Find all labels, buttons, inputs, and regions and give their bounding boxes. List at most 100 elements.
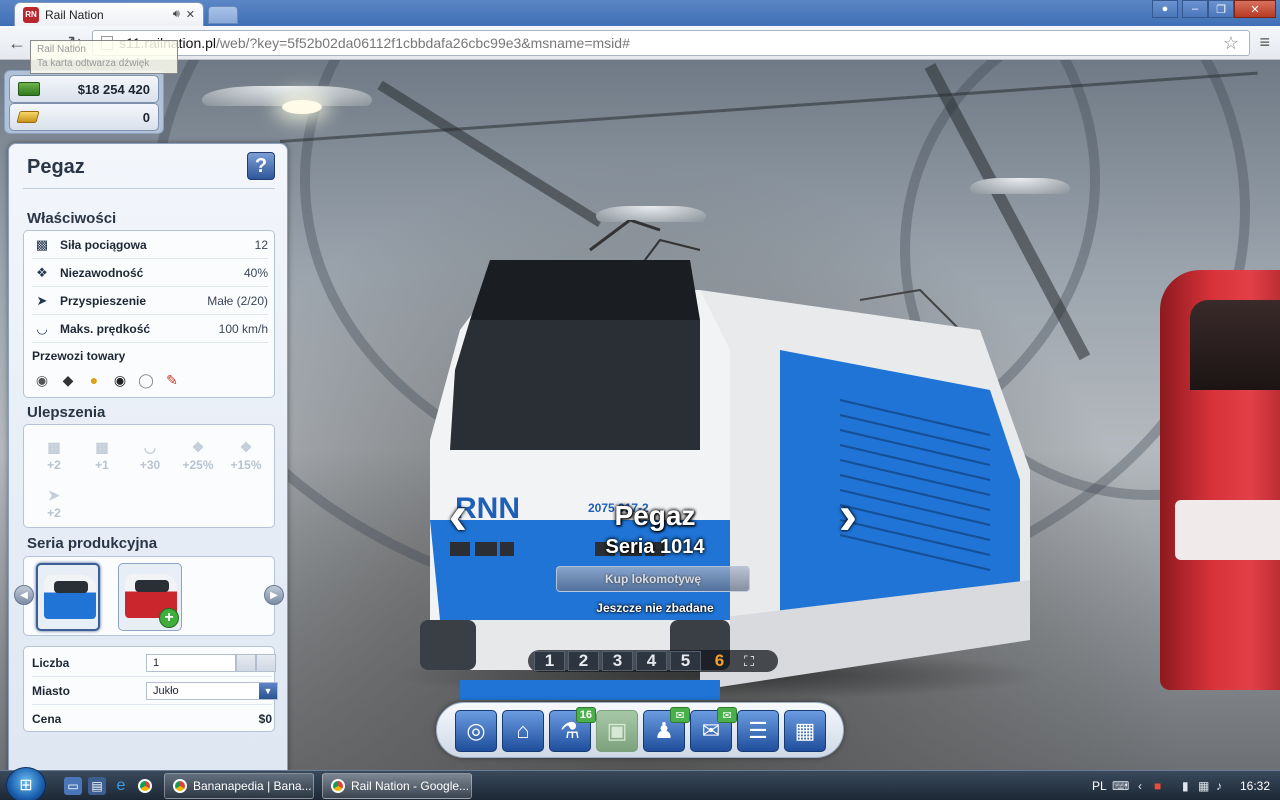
- windows-taskbar: ⊞ ▭ ▤ e Bananapedia | Bana... Rail Natio…: [0, 767, 1280, 800]
- close-tab-icon[interactable]: ✕: [186, 8, 195, 21]
- show-hidden-icons-chevron-icon[interactable]: ‹: [1138, 779, 1142, 793]
- main-menu-bar: ◎ ⌂ ⚗ 16 ▣ ♟ ✉ ✉ ✉ ☰ ▦: [436, 702, 844, 758]
- volume-icon[interactable]: ♪: [1216, 779, 1222, 793]
- internet-explorer-icon[interactable]: e: [112, 777, 130, 795]
- purchase-box: Liczba 1 Miasto Jukło ▼ Cena $0: [23, 646, 278, 732]
- network-icon[interactable]: ▦: [1198, 779, 1209, 793]
- research-microscope-icon[interactable]: ⚗ 16: [549, 707, 596, 752]
- property-row: ◡ Maks. prędkość 100 km/h: [32, 315, 268, 343]
- cargo-title: Przewozi towary: [32, 349, 126, 363]
- upgrades-title: Ulepszenia: [27, 404, 106, 421]
- gold-display[interactable]: 0: [9, 103, 159, 131]
- series-next-button[interactable]: ▶: [264, 585, 284, 605]
- add-plus-icon: +: [159, 608, 179, 628]
- start-button[interactable]: ⊞: [6, 767, 46, 800]
- wrench-icon: ❖: [239, 438, 253, 455]
- series-prev-button[interactable]: ◀: [14, 585, 34, 605]
- bookmark-star-icon[interactable]: ☆: [1223, 33, 1239, 54]
- quantity-input[interactable]: 1: [146, 654, 236, 672]
- quantity-decrement-button[interactable]: [236, 654, 256, 672]
- grain-icon[interactable]: ●: [84, 371, 104, 389]
- security-tray-icon[interactable]: ■: [1154, 779, 1161, 793]
- chevron-down-icon[interactable]: ▼: [259, 683, 277, 699]
- locomotive-icon[interactable]: ▣: [596, 710, 638, 752]
- upgrade-value: +25%: [182, 457, 214, 472]
- upgrade-value: +1: [95, 457, 109, 472]
- keyboard-icon[interactable]: ⌨: [1112, 779, 1129, 793]
- fullscreen-icon[interactable]: ⛶: [738, 651, 760, 671]
- cattle-icon[interactable]: ◉: [32, 371, 52, 389]
- ranking-list-icon[interactable]: ☰: [737, 710, 779, 752]
- resources-panel: $18 254 420 0: [4, 70, 164, 134]
- upgrade-slot[interactable]: ➤ +2: [32, 481, 76, 525]
- browser-menu-icon[interactable]: ≡: [1259, 32, 1270, 53]
- browser-tab-active[interactable]: RN Rail Nation 🔊︎ ✕: [14, 2, 204, 26]
- series-item-current[interactable]: [36, 563, 100, 631]
- association-people-icon[interactable]: ♟ ✉: [643, 707, 690, 752]
- chrome-icon: [173, 779, 187, 793]
- era-button-4[interactable]: 4: [636, 651, 667, 671]
- speedometer-icon: ◡: [143, 438, 157, 455]
- messages-envelope-icon[interactable]: ✉ ✉: [690, 707, 737, 752]
- coal-icon[interactable]: ◆: [58, 371, 78, 389]
- browser-toolbar: ← → ↻ s11.railnation.pl/web/?key=5f52b02…: [0, 26, 1280, 60]
- calculator-icon[interactable]: ▦: [784, 710, 826, 752]
- previous-locomotive-arrow-icon[interactable]: ‹: [438, 487, 478, 543]
- taskbar-item-railnation[interactable]: Rail Nation - Google...: [322, 773, 472, 799]
- chrome-icon: [331, 779, 345, 793]
- power-icon[interactable]: ▮: [1182, 779, 1189, 793]
- buy-locomotive-button[interactable]: Kup lokomotywę: [556, 566, 750, 592]
- era-button-2[interactable]: 2: [568, 651, 599, 671]
- minimize-button[interactable]: –: [1182, 0, 1208, 18]
- next-locomotive-arrow-icon[interactable]: ›: [828, 487, 868, 543]
- address-bar[interactable]: s11.railnation.pl/web/?key=5f52b02da0611…: [92, 30, 1250, 56]
- game-viewport[interactable]: RNN 2075 017-2 $18 254 420 0 Pegaz ? Wła…: [0, 60, 1280, 770]
- upgrade-slot[interactable]: ❖ +25%: [176, 433, 220, 477]
- help-button[interactable]: ?: [247, 152, 275, 180]
- speaker-icon[interactable]: 🔊︎: [173, 8, 180, 21]
- globe-icon[interactable]: ◎: [455, 710, 497, 752]
- property-label: Siła pociągowa: [60, 237, 147, 252]
- era-button-5[interactable]: 5: [670, 651, 701, 671]
- tab-title: Rail Nation: [45, 7, 104, 22]
- series-item-next[interactable]: +: [118, 563, 182, 631]
- back-arrow-icon[interactable]: ←: [6, 32, 28, 54]
- city-select[interactable]: Jukło ▼: [146, 682, 278, 700]
- money-value: $18 254 420: [77, 81, 150, 97]
- upgrade-value: +2: [47, 457, 61, 472]
- mail-badge-icon: ✉: [670, 707, 690, 723]
- quantity-increment-button[interactable]: [256, 654, 276, 672]
- chrome-icon[interactable]: [136, 777, 154, 795]
- taskbar-item-label: Rail Nation - Google...: [351, 779, 470, 793]
- window-close-button[interactable]: ✕: [1234, 0, 1276, 18]
- paper-icon[interactable]: ✎: [162, 371, 182, 389]
- language-indicator[interactable]: PL: [1092, 779, 1107, 793]
- upgrade-slot[interactable]: ❖ +15%: [224, 433, 268, 477]
- new-tab-button[interactable]: [208, 6, 238, 24]
- tooltip-title: Rail Nation: [37, 44, 86, 55]
- show-desktop-icon[interactable]: ▭: [64, 777, 82, 795]
- property-row: ➤ Przyspieszenie Małe (2/20): [32, 287, 268, 315]
- era-button-3[interactable]: 3: [602, 651, 633, 671]
- money-display[interactable]: $18 254 420: [9, 75, 159, 103]
- property-label: Maks. prędkość: [60, 321, 151, 336]
- upgrade-slot[interactable]: ◡ +30: [128, 433, 172, 477]
- lamp-light: [282, 100, 322, 114]
- maximize-button[interactable]: ❐: [1208, 0, 1234, 18]
- cargo-list: ◉ ◆ ● ◉ ◯ ✎: [32, 371, 182, 389]
- upgrade-slot[interactable]: ▩ +2: [32, 433, 76, 477]
- era-button-1[interactable]: 1: [534, 651, 565, 671]
- user-profile-icon[interactable]: ●: [1152, 0, 1178, 18]
- tooltip-text: Ta karta odtwarza dźwięk: [37, 58, 150, 69]
- wood-icon[interactable]: ◉: [110, 371, 130, 389]
- pottery-icon[interactable]: ◯: [136, 371, 156, 389]
- taskbar-item-bananapedia[interactable]: Bananapedia | Bana...: [164, 773, 314, 799]
- station-icon[interactable]: ⌂: [502, 710, 544, 752]
- quantity-label: Liczba: [32, 655, 70, 670]
- explorer-icon[interactable]: ▤: [88, 777, 106, 795]
- locomotive-detail-panel: Pegaz ? Właściwości ▩ Siła pociągowa 12 …: [8, 143, 288, 770]
- clock[interactable]: 16:32: [1240, 779, 1270, 793]
- properties-title: Właściwości: [27, 210, 117, 227]
- upgrade-slot[interactable]: ▩ +1: [80, 433, 124, 477]
- era-button-6-current[interactable]: 6: [704, 651, 735, 671]
